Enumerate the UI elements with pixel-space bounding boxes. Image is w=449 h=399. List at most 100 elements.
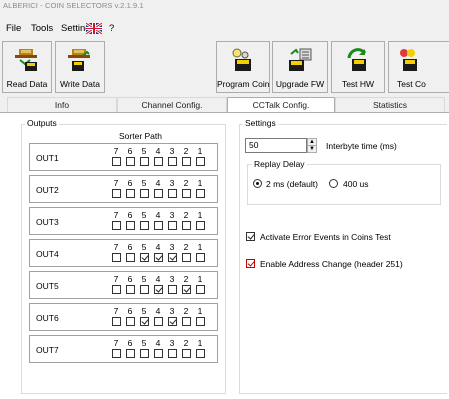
bit-label: 1	[197, 146, 203, 156]
sorter-bit-checkbox[interactable]	[168, 317, 177, 326]
sorter-bit-checkbox[interactable]	[168, 157, 177, 166]
write-data-button[interactable]: Write Data	[55, 41, 105, 93]
sorter-bit-checkbox[interactable]	[182, 349, 191, 358]
sorter-bit-checkbox[interactable]	[140, 349, 149, 358]
sorter-bit-checkbox[interactable]	[154, 189, 163, 198]
bit-label: 6	[127, 178, 133, 188]
sorter-bit-checkbox[interactable]	[126, 221, 135, 230]
sorter-bit-checkbox[interactable]	[168, 221, 177, 230]
sorter-bit-checkbox[interactable]	[140, 221, 149, 230]
program-coin-label: Program Coin	[217, 79, 270, 89]
sorter-bit-checkbox[interactable]	[112, 189, 121, 198]
bit-label: 4	[155, 146, 161, 156]
upgrade-fw-label: Upgrade FW	[275, 79, 325, 89]
bit-label: 1	[197, 242, 203, 252]
sorter-bit-checkbox[interactable]	[126, 349, 135, 358]
sorter-bit-checkbox[interactable]	[140, 189, 149, 198]
activate-error-events-label: Activate Error Events in Coins Test	[260, 232, 391, 242]
bit-label: 5	[141, 178, 147, 188]
output-name: OUT7	[36, 345, 59, 355]
upgrade-fw-button[interactable]: Upgrade FW	[272, 41, 328, 93]
bit-label: 5	[141, 210, 147, 220]
sorter-bit-checkbox[interactable]	[168, 349, 177, 358]
test-hw-icon	[347, 48, 367, 71]
sorter-bit-checkbox[interactable]	[182, 285, 191, 294]
test-hw-button[interactable]: Test HW	[331, 41, 385, 93]
sorter-bit-checkbox[interactable]	[154, 285, 163, 294]
sorter-bit-checkbox[interactable]	[112, 157, 121, 166]
bit-label: 1	[197, 306, 203, 316]
bit-label: 3	[169, 338, 175, 348]
bit-label: 7	[113, 178, 119, 188]
sorter-bit-checkbox[interactable]	[182, 221, 191, 230]
tab-cctalk-config[interactable]: CCTalk Config.	[227, 97, 335, 113]
output-name: OUT5	[36, 281, 59, 291]
bit-label: 6	[127, 306, 133, 316]
sorter-bit-checkbox[interactable]	[126, 189, 135, 198]
bit-label: 6	[127, 274, 133, 284]
sorter-bit-checkbox[interactable]	[182, 317, 191, 326]
menu-help[interactable]: ?	[109, 23, 114, 34]
replay-400us-radio[interactable]	[329, 179, 338, 188]
output-row-out5: OUT5 7 6 5 4 3 2 1	[29, 271, 218, 299]
bit-label: 5	[141, 242, 147, 252]
sorter-bit-checkbox[interactable]	[140, 317, 149, 326]
sorter-bit-checkbox[interactable]	[140, 285, 149, 294]
sorter-bit-checkbox[interactable]	[140, 253, 149, 262]
sorter-bit-checkbox[interactable]	[196, 189, 205, 198]
sorter-bit-checkbox[interactable]	[196, 221, 205, 230]
sorter-bit-checkbox[interactable]	[154, 157, 163, 166]
sorter-bit-checkbox[interactable]	[112, 349, 121, 358]
sorter-bit-checkbox[interactable]	[126, 317, 135, 326]
sorter-bit-checkbox[interactable]	[154, 349, 163, 358]
sorter-bit-checkbox[interactable]	[112, 285, 121, 294]
bit-label: 1	[197, 274, 203, 284]
sorter-bit-checkbox[interactable]	[154, 253, 163, 262]
sorter-bit-checkbox[interactable]	[182, 189, 191, 198]
sorter-bit-checkbox[interactable]	[196, 253, 205, 262]
bit-label: 7	[113, 338, 119, 348]
menu-file[interactable]: File	[6, 23, 21, 34]
bit-label: 2	[183, 306, 189, 316]
interbyte-time-input[interactable]: 50	[245, 138, 307, 153]
sorter-bit-checkbox[interactable]	[196, 157, 205, 166]
output-name: OUT6	[36, 313, 59, 323]
sorter-bit-checkbox[interactable]	[182, 157, 191, 166]
menu-tools[interactable]: Tools	[31, 23, 53, 34]
bit-label: 2	[183, 338, 189, 348]
test-coins-button[interactable]: Test Co	[388, 41, 449, 93]
tab-channel-config[interactable]: Channel Config.	[117, 97, 227, 112]
activate-error-events-checkbox[interactable]	[246, 232, 255, 241]
uk-flag-icon[interactable]	[86, 23, 102, 34]
read-data-button[interactable]: Read Data	[2, 41, 52, 93]
sorter-bit-checkbox[interactable]	[112, 253, 121, 262]
sorter-bit-checkbox[interactable]	[126, 285, 135, 294]
sorter-bit-checkbox[interactable]	[196, 285, 205, 294]
bit-label: 2	[183, 274, 189, 284]
sorter-bit-checkbox[interactable]	[168, 253, 177, 262]
sorter-bit-checkbox[interactable]	[140, 157, 149, 166]
tab-info[interactable]: Info	[7, 97, 117, 112]
replay-2ms-label: 2 ms (default)	[266, 179, 318, 189]
sorter-bit-checkbox[interactable]	[112, 221, 121, 230]
bit-label: 4	[155, 242, 161, 252]
settings-group-title: Settings	[243, 118, 278, 128]
sorter-bit-checkbox[interactable]	[168, 189, 177, 198]
sorter-bit-checkbox[interactable]	[196, 317, 205, 326]
program-coin-button[interactable]: Program Coin	[216, 41, 270, 93]
sorter-bit-checkbox[interactable]	[168, 285, 177, 294]
tab-statistics[interactable]: Statistics	[335, 97, 445, 112]
bit-label: 3	[169, 242, 175, 252]
interbyte-spin-down-icon[interactable]: ▼	[307, 145, 317, 153]
test-coins-label: Test Co	[397, 79, 426, 89]
sorter-bit-checkbox[interactable]	[196, 349, 205, 358]
sorter-bit-checkbox[interactable]	[154, 221, 163, 230]
replay-2ms-radio[interactable]	[253, 179, 262, 188]
sorter-bit-checkbox[interactable]	[154, 317, 163, 326]
sorter-bit-checkbox[interactable]	[112, 317, 121, 326]
output-name: OUT1	[36, 153, 59, 163]
enable-address-change-checkbox[interactable]	[246, 259, 255, 268]
sorter-bit-checkbox[interactable]	[126, 157, 135, 166]
sorter-bit-checkbox[interactable]	[126, 253, 135, 262]
sorter-bit-checkbox[interactable]	[182, 253, 191, 262]
